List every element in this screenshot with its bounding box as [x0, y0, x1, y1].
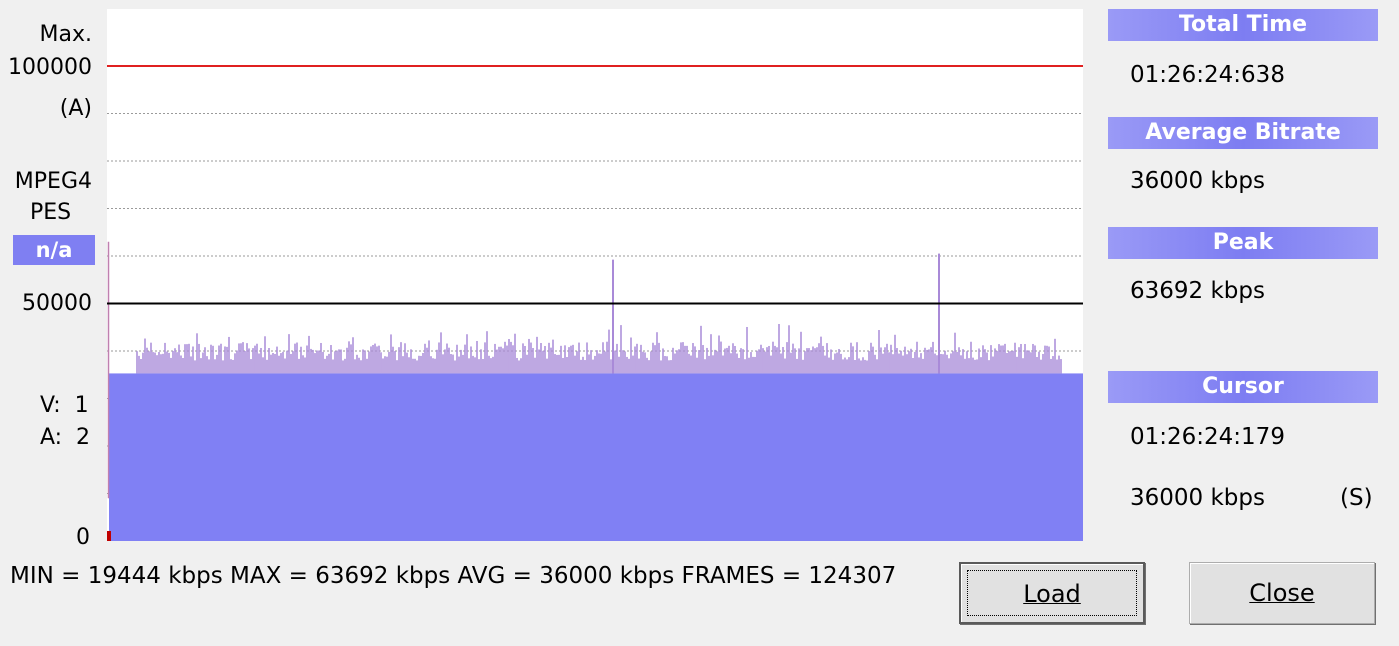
cursor-mode-suffix: (S) — [1340, 485, 1373, 511]
total-time-header: Total Time — [1108, 9, 1378, 41]
average-bitrate-header: Average Bitrate — [1108, 117, 1378, 149]
stream-badge: n/a — [13, 235, 95, 265]
cursor-header: Cursor — [1108, 371, 1378, 403]
peak-value: 63692 kbps — [1130, 278, 1265, 304]
cursor-bitrate-value: 36000 kbps — [1130, 485, 1265, 511]
mid-value-label: 50000 — [22, 291, 92, 316]
bitrate-chart[interactable] — [107, 9, 1083, 541]
zero-label: 0 — [76, 525, 90, 550]
bitrate-area — [109, 373, 1083, 541]
load-button[interactable]: Load — [959, 562, 1145, 624]
max-value-label: 100000 — [8, 55, 92, 80]
max-unit-label: (A) — [59, 96, 92, 121]
average-bitrate-value: 36000 kbps — [1130, 168, 1265, 194]
close-button[interactable]: Close — [1189, 562, 1375, 624]
focus-ring — [967, 570, 1137, 616]
start-marker — [107, 531, 111, 541]
format-sub-label: PES — [30, 200, 72, 225]
stats-summary: MIN = 19444 kbps MAX = 63692 kbps AVG = … — [10, 563, 897, 589]
audio-stream-count: A: 2 — [40, 425, 91, 450]
format-label: MPEG4 — [14, 169, 92, 194]
bitrate-chart-svg[interactable] — [107, 9, 1083, 541]
total-time-value: 01:26:24:638 — [1130, 62, 1285, 88]
peak-header: Peak — [1108, 227, 1378, 259]
close-button-label: Close — [1249, 579, 1315, 607]
video-stream-count: V: 1 — [40, 393, 89, 418]
cursor-time-value: 01:26:24:179 — [1130, 424, 1285, 450]
max-label: Max. — [39, 22, 92, 47]
